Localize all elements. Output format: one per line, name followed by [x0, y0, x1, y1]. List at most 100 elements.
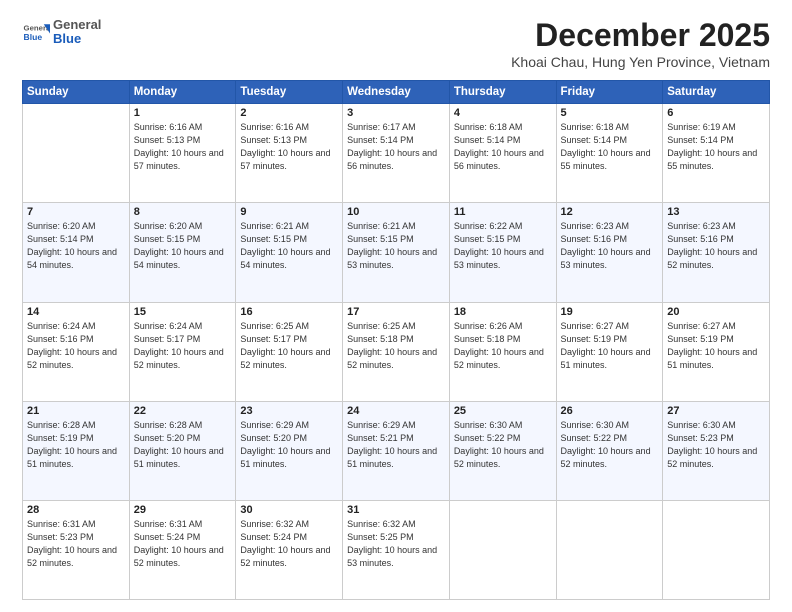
calendar-cell — [556, 500, 663, 599]
cell-date: 17 — [347, 306, 445, 318]
cell-date: 28 — [27, 504, 125, 516]
calendar-cell: 16 Sunrise: 6:25 AMSunset: 5:17 PMDayligh… — [236, 302, 343, 401]
cell-info: Sunrise: 6:27 AMSunset: 5:19 PMDaylight:… — [561, 320, 659, 372]
cell-date: 21 — [27, 405, 125, 417]
calendar-cell: 31Sunrise: 6:32 AMSunset: 5:25 PMDayligh… — [343, 500, 450, 599]
calendar-cell — [663, 500, 770, 599]
calendar-cell: 18Sunrise: 6:26 AMSunset: 5:18 PMDayligh… — [449, 302, 556, 401]
calendar-cell: 6 Sunrise: 6:19 AMSunset: 5:14 PMDaylight… — [663, 104, 770, 203]
cell-date: 15 — [134, 306, 232, 318]
week-row-4: 21 Sunrise: 6:28 AMSunset: 5:19 PMDayligh… — [23, 401, 770, 500]
cell-date: 25 — [454, 405, 552, 417]
calendar-cell: 15 Sunrise: 6:24 AMSunset: 5:17 PMDayligh… — [129, 302, 236, 401]
cell-date: 11 — [454, 206, 552, 218]
calendar-cell: 2 Sunrise: 6:16 AMSunset: 5:13 PMDaylight… — [236, 104, 343, 203]
cell-info: Sunrise: 6:25 AMSunset: 5:17 PMDaylight:… — [240, 320, 338, 372]
weekday-header-row: SundayMondayTuesdayWednesdayThursdayFrid… — [23, 81, 770, 104]
weekday-thursday: Thursday — [449, 81, 556, 104]
svg-text:Blue: Blue — [24, 32, 43, 42]
calendar-cell: 8Sunrise: 6:20 AMSunset: 5:15 PMDaylight… — [129, 203, 236, 302]
calendar-cell: 27 Sunrise: 6:30 AMSunset: 5:23 PMDayligh… — [663, 401, 770, 500]
cell-date: 30 — [240, 504, 338, 516]
cell-date: 12 — [561, 206, 659, 218]
calendar-cell: 9 Sunrise: 6:21 AMSunset: 5:15 PMDaylight… — [236, 203, 343, 302]
cell-date: 18 — [454, 306, 552, 318]
calendar-cell: 12 Sunrise: 6:23 AMSunset: 5:16 PMDayligh… — [556, 203, 663, 302]
cell-info: Sunrise: 6:22 AMSunset: 5:15 PMDaylight:… — [454, 220, 552, 272]
cell-info: Sunrise: 6:16 AMSunset: 5:13 PMDaylight:… — [134, 121, 232, 173]
calendar-cell: 20Sunrise: 6:27 AMSunset: 5:19 PMDayligh… — [663, 302, 770, 401]
cell-info: Sunrise: 6:23 AMSunset: 5:16 PMDaylight:… — [561, 220, 659, 272]
cell-info: Sunrise: 6:30 AMSunset: 5:22 PMDaylight:… — [561, 419, 659, 471]
cell-date: 19 — [561, 306, 659, 318]
logo: General Blue General Blue — [22, 18, 101, 47]
calendar-cell: 4Sunrise: 6:18 AMSunset: 5:14 PMDaylight… — [449, 104, 556, 203]
calendar-cell: 22Sunrise: 6:28 AMSunset: 5:20 PMDayligh… — [129, 401, 236, 500]
calendar-table: SundayMondayTuesdayWednesdayThursdayFrid… — [22, 80, 770, 600]
weekday-monday: Monday — [129, 81, 236, 104]
calendar-cell: 30 Sunrise: 6:32 AMSunset: 5:24 PMDayligh… — [236, 500, 343, 599]
calendar-cell: 25Sunrise: 6:30 AMSunset: 5:22 PMDayligh… — [449, 401, 556, 500]
page: General Blue General Blue December 2025 … — [0, 0, 792, 612]
cell-info: Sunrise: 6:19 AMSunset: 5:14 PMDaylight:… — [667, 121, 765, 173]
weekday-tuesday: Tuesday — [236, 81, 343, 104]
cell-info: Sunrise: 6:32 AMSunset: 5:25 PMDaylight:… — [347, 518, 445, 570]
cell-info: Sunrise: 6:31 AMSunset: 5:23 PMDaylight:… — [27, 518, 125, 570]
cell-date: 9 — [240, 206, 338, 218]
cell-date: 3 — [347, 107, 445, 119]
weekday-sunday: Sunday — [23, 81, 130, 104]
calendar-cell: 13Sunrise: 6:23 AMSunset: 5:16 PMDayligh… — [663, 203, 770, 302]
cell-date: 8 — [134, 206, 232, 218]
calendar-cell: 11 Sunrise: 6:22 AMSunset: 5:15 PMDayligh… — [449, 203, 556, 302]
cell-info: Sunrise: 6:17 AMSunset: 5:14 PMDaylight:… — [347, 121, 445, 173]
cell-date: 16 — [240, 306, 338, 318]
cell-date: 27 — [667, 405, 765, 417]
cell-date: 23 — [240, 405, 338, 417]
logo-blue: Blue — [53, 32, 101, 46]
week-row-2: 7Sunrise: 6:20 AMSunset: 5:14 PMDaylight… — [23, 203, 770, 302]
cell-date: 2 — [240, 107, 338, 119]
cell-date: 14 — [27, 306, 125, 318]
cell-info: Sunrise: 6:28 AMSunset: 5:20 PMDaylight:… — [134, 419, 232, 471]
cell-date: 6 — [667, 107, 765, 119]
cell-date: 5 — [561, 107, 659, 119]
cell-info: Sunrise: 6:32 AMSunset: 5:24 PMDaylight:… — [240, 518, 338, 570]
cell-info: Sunrise: 6:24 AMSunset: 5:16 PMDaylight:… — [27, 320, 125, 372]
location: Khoai Chau, Hung Yen Province, Vietnam — [511, 54, 770, 70]
cell-info: Sunrise: 6:27 AMSunset: 5:19 PMDaylight:… — [667, 320, 765, 372]
week-row-5: 28 Sunrise: 6:31 AMSunset: 5:23 PMDayligh… — [23, 500, 770, 599]
weekday-wednesday: Wednesday — [343, 81, 450, 104]
calendar-cell: 21 Sunrise: 6:28 AMSunset: 5:19 PMDayligh… — [23, 401, 130, 500]
cell-date: 4 — [454, 107, 552, 119]
cell-info: Sunrise: 6:21 AMSunset: 5:15 PMDaylight:… — [347, 220, 445, 272]
cell-date: 29 — [134, 504, 232, 516]
weekday-saturday: Saturday — [663, 81, 770, 104]
cell-info: Sunrise: 6:31 AMSunset: 5:24 PMDaylight:… — [134, 518, 232, 570]
cell-date: 13 — [667, 206, 765, 218]
calendar-cell: 29 Sunrise: 6:31 AMSunset: 5:24 PMDayligh… — [129, 500, 236, 599]
calendar-cell: 26Sunrise: 6:30 AMSunset: 5:22 PMDayligh… — [556, 401, 663, 500]
cell-info: Sunrise: 6:16 AMSunset: 5:13 PMDaylight:… — [240, 121, 338, 173]
calendar-cell — [23, 104, 130, 203]
calendar-cell: 14 Sunrise: 6:24 AMSunset: 5:16 PMDayligh… — [23, 302, 130, 401]
calendar-cell: 5Sunrise: 6:18 AMSunset: 5:14 PMDaylight… — [556, 104, 663, 203]
week-row-1: 1Sunrise: 6:16 AMSunset: 5:13 PMDaylight… — [23, 104, 770, 203]
cell-date: 24 — [347, 405, 445, 417]
cell-info: Sunrise: 6:24 AMSunset: 5:17 PMDaylight:… — [134, 320, 232, 372]
calendar-cell: 10 Sunrise: 6:21 AMSunset: 5:15 PMDayligh… — [343, 203, 450, 302]
month-title: December 2025 — [511, 18, 770, 53]
cell-info: Sunrise: 6:21 AMSunset: 5:15 PMDaylight:… — [240, 220, 338, 272]
cell-date: 10 — [347, 206, 445, 218]
week-row-3: 14 Sunrise: 6:24 AMSunset: 5:16 PMDayligh… — [23, 302, 770, 401]
calendar-cell: 19 Sunrise: 6:27 AMSunset: 5:19 PMDayligh… — [556, 302, 663, 401]
calendar-cell — [449, 500, 556, 599]
cell-info: Sunrise: 6:28 AMSunset: 5:19 PMDaylight:… — [27, 419, 125, 471]
cell-info: Sunrise: 6:29 AMSunset: 5:20 PMDaylight:… — [240, 419, 338, 471]
logo-general: General — [53, 18, 101, 32]
cell-date: 7 — [27, 206, 125, 218]
weekday-friday: Friday — [556, 81, 663, 104]
cell-info: Sunrise: 6:30 AMSunset: 5:23 PMDaylight:… — [667, 419, 765, 471]
calendar-cell: 1Sunrise: 6:16 AMSunset: 5:13 PMDaylight… — [129, 104, 236, 203]
cell-info: Sunrise: 6:29 AMSunset: 5:21 PMDaylight:… — [347, 419, 445, 471]
header: General Blue General Blue December 2025 … — [22, 18, 770, 70]
